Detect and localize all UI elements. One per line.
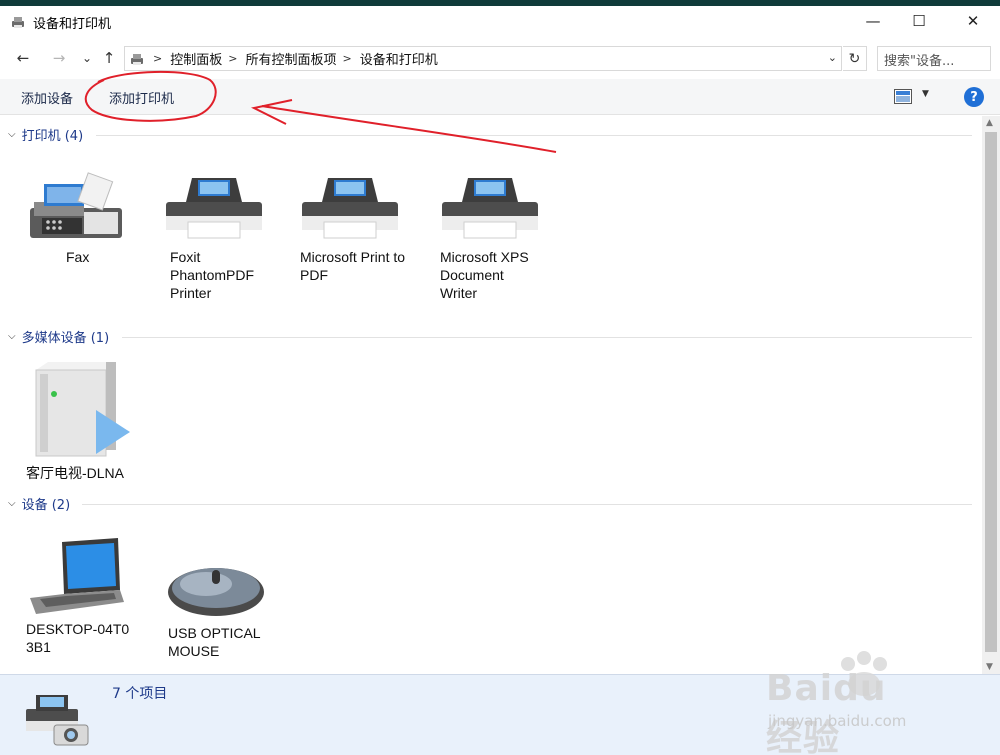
printer-icon xyxy=(302,178,398,239)
devices-printers-icon xyxy=(131,53,143,65)
device-label: Fax xyxy=(66,249,90,265)
change-view-icon[interactable] xyxy=(894,89,912,104)
close-icon: ✕ xyxy=(966,12,980,30)
add-device-button[interactable]: 添加设备 xyxy=(21,88,73,107)
back-arrow-icon: ← xyxy=(16,49,30,67)
title-bar: 设备和打印机 — ☐ ✕ xyxy=(0,6,1000,38)
device-item-usb-mouse[interactable]: USB OPTICAL MOUSE xyxy=(166,560,276,660)
breadcrumb-separator-icon[interactable]: > xyxy=(153,52,162,65)
window-title: 设备和打印机 xyxy=(33,17,112,32)
device-label: Microsoft Print to PDF xyxy=(300,249,406,283)
recent-locations-button[interactable]: ⌄ xyxy=(76,47,98,69)
group-divider xyxy=(96,135,972,136)
devices-printers-icon xyxy=(12,17,24,28)
address-bar: ← → ⌄ ↑ > 控制面板 > 所有控制面板项 > 设备和打印机 ⌄ ↻ 搜索… xyxy=(0,40,1000,76)
printer-icon xyxy=(442,178,538,239)
breadcrumb-separator-icon[interactable]: > xyxy=(342,52,351,65)
laptop-icon xyxy=(30,538,124,614)
up-button[interactable]: ↑ xyxy=(98,47,120,69)
breadcrumb-separator-icon[interactable]: > xyxy=(228,52,237,65)
group-divider xyxy=(82,504,972,505)
group-title: 多媒体设备 (1) xyxy=(21,330,110,346)
device-label: Microsoft XPS Document Writer xyxy=(440,249,529,301)
chevron-down-icon: ⌵ xyxy=(8,497,16,509)
device-item-tv-dlna[interactable]: 客厅电视-DLNA xyxy=(26,360,146,482)
refresh-button[interactable]: ↻ xyxy=(843,46,867,71)
device-item-desktop[interactable]: DESKTOP-04T0 3B1 xyxy=(26,536,136,656)
forward-button[interactable]: → xyxy=(48,47,70,69)
group-title: 打印机 (4) xyxy=(21,128,84,144)
refresh-icon: ↻ xyxy=(848,50,861,67)
back-button[interactable]: ← xyxy=(12,47,34,69)
address-dropdown-icon[interactable]: ⌄ xyxy=(828,51,837,64)
group-header-printers[interactable]: ⌵ 打印机 (4) xyxy=(8,124,83,144)
watermark-url: jingyan.baidu.com xyxy=(768,712,907,730)
search-placeholder: 搜索"设备... xyxy=(884,54,955,69)
item-count: 7 个项目 xyxy=(112,686,168,702)
device-item-ms-print-pdf[interactable]: Microsoft Print to PDF xyxy=(300,172,410,284)
group-title: 设备 (2) xyxy=(21,497,71,513)
breadcrumb-devices-printers[interactable]: 设备和打印机 xyxy=(360,49,438,68)
command-bar: 添加设备 添加打印机 ▼ ? xyxy=(0,79,1000,115)
chevron-down-icon: ⌄ xyxy=(81,51,93,65)
device-label: Foxit PhantomPDF Printer xyxy=(170,249,255,301)
group-header-multimedia[interactable]: ⌵ 多媒体设备 (1) xyxy=(8,326,109,346)
help-icon: ? xyxy=(970,89,978,105)
forward-arrow-icon: → xyxy=(52,49,66,67)
search-input[interactable]: 搜索"设备... xyxy=(877,46,991,71)
devices-printers-icon xyxy=(26,695,89,746)
scroll-up-icon[interactable]: ▲ xyxy=(986,118,993,128)
fax-icon xyxy=(30,172,122,238)
up-arrow-icon: ↑ xyxy=(102,49,116,67)
group-header-devices[interactable]: ⌵ 设备 (2) xyxy=(8,493,70,513)
device-item-ms-xps-writer[interactable]: Microsoft XPS Document Writer xyxy=(440,172,550,302)
add-printer-button[interactable]: 添加打印机 xyxy=(109,88,174,107)
minimize-icon: — xyxy=(865,12,881,30)
close-button[interactable]: ✕ xyxy=(950,6,996,36)
minimize-button[interactable]: — xyxy=(850,6,896,36)
device-label: USB OPTICAL MOUSE xyxy=(168,625,261,659)
device-item-foxit-printer[interactable]: Foxit PhantomPDF Printer xyxy=(164,172,274,302)
vertical-scrollbar[interactable]: ▲ ▼ xyxy=(982,116,1000,674)
chevron-down-icon: ⌵ xyxy=(8,128,16,140)
group-divider xyxy=(122,337,972,338)
address-box[interactable]: > 控制面板 > 所有控制面板项 > 设备和打印机 ⌄ xyxy=(124,46,842,71)
maximize-icon: ☐ xyxy=(912,12,926,30)
breadcrumb-control-panel[interactable]: 控制面板 xyxy=(170,49,222,68)
breadcrumb-all-items[interactable]: 所有控制面板项 xyxy=(245,49,336,68)
mouse-icon xyxy=(168,568,264,616)
help-button[interactable]: ? xyxy=(964,87,984,107)
device-label: 客厅电视-DLNA xyxy=(26,465,125,481)
media-server-icon xyxy=(35,362,130,457)
maximize-button[interactable]: ☐ xyxy=(896,6,942,36)
devices-list: ⌵ 打印机 (4) Fax Foxit PhantomPDF Printer M… xyxy=(0,116,982,674)
chevron-down-icon: ⌵ xyxy=(8,330,16,342)
device-label: DESKTOP-04T0 3B1 xyxy=(26,621,130,655)
printer-icon xyxy=(166,178,262,239)
view-dropdown-icon[interactable]: ▼ xyxy=(922,89,929,99)
scroll-thumb[interactable] xyxy=(985,132,997,652)
device-item-fax[interactable]: Fax xyxy=(24,172,134,266)
scroll-down-icon[interactable]: ▼ xyxy=(986,662,993,672)
